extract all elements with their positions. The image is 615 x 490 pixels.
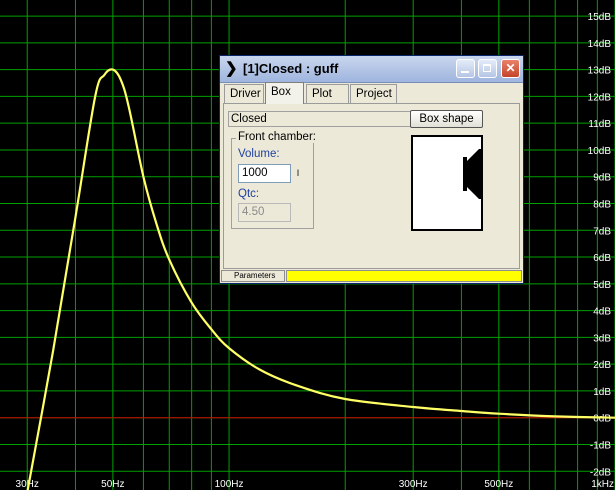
tab-box[interactable]: Box bbox=[265, 82, 304, 104]
window-title: [1]Closed : guff bbox=[243, 61, 339, 76]
close-button[interactable]: ✕ bbox=[501, 59, 520, 78]
box-shape-preview bbox=[411, 135, 483, 231]
box-shape-button[interactable]: Box shape bbox=[410, 110, 483, 128]
status-indicator bbox=[286, 270, 522, 282]
y-tick-label: 3dB bbox=[593, 333, 611, 344]
y-tick-label: 4dB bbox=[593, 307, 611, 318]
y-tick-label: 0dB bbox=[593, 414, 611, 425]
y-tick-label: 1dB bbox=[593, 387, 611, 398]
y-tick-label: 6dB bbox=[593, 253, 611, 264]
y-tick-label: 7dB bbox=[593, 226, 611, 237]
y-tick-label: 13dB bbox=[588, 66, 612, 77]
y-tick-label: 9dB bbox=[593, 173, 611, 184]
y-tick-label: 15dB bbox=[588, 12, 612, 23]
y-tick-label: -2dB bbox=[590, 467, 611, 478]
y-tick-label: 8dB bbox=[593, 199, 611, 210]
maximize-button[interactable] bbox=[478, 59, 497, 78]
volume-input[interactable]: 1000 bbox=[238, 164, 291, 183]
minimize-icon bbox=[457, 60, 474, 77]
speaker-icon bbox=[463, 149, 481, 199]
window-titlebar[interactable]: ❯ [1]Closed : guff ✕ bbox=[220, 56, 523, 83]
tab-plot[interactable]: Plot bbox=[306, 84, 349, 103]
x-tick-label: 300Hz bbox=[399, 479, 428, 490]
qtc-label: Qtc: bbox=[238, 188, 260, 200]
y-tick-label: 2dB bbox=[593, 360, 611, 371]
y-tick-label: 5dB bbox=[593, 280, 611, 291]
y-tick-label: 11dB bbox=[588, 119, 611, 130]
minimize-button[interactable] bbox=[456, 59, 475, 78]
qtc-input: 4.50 bbox=[238, 203, 291, 222]
y-axis-labels: 15dB 14dB 13dB 12dB 11dB 10dB 9dB 8dB 7dB 6dB 5dB 4… bbox=[588, 12, 612, 478]
x-tick-label: 1kHz bbox=[591, 479, 614, 490]
tab-project[interactable]: Project bbox=[350, 84, 397, 103]
x-axis-labels: 30Hz 50Hz 100Hz 300Hz 500Hz 1kHz bbox=[16, 479, 614, 490]
status-parameters-label: Parameters bbox=[221, 270, 285, 282]
y-tick-label: 10dB bbox=[588, 146, 612, 157]
front-chamber-title: Front chamber: bbox=[236, 131, 318, 143]
volume-unit: l bbox=[297, 168, 299, 178]
y-tick-label: 14dB bbox=[588, 39, 612, 50]
box-type-field: Closed bbox=[228, 111, 422, 127]
maximize-icon bbox=[479, 60, 496, 77]
x-tick-label: 50Hz bbox=[101, 479, 124, 490]
app-icon: ❯ bbox=[225, 60, 238, 77]
x-tick-label: 100Hz bbox=[215, 479, 244, 490]
volume-label: Volume: bbox=[238, 148, 280, 160]
y-tick-label: 12dB bbox=[588, 92, 612, 103]
close-icon: ✕ bbox=[505, 61, 516, 75]
tab-driver[interactable]: Driver bbox=[224, 84, 264, 103]
x-tick-label: 500Hz bbox=[484, 479, 513, 490]
status-bar: Parameters bbox=[221, 270, 522, 283]
y-tick-label: -1dB bbox=[590, 440, 611, 451]
closed-box-window: ❯ [1]Closed : guff ✕ Driver Box Plot Pro… bbox=[219, 55, 524, 284]
